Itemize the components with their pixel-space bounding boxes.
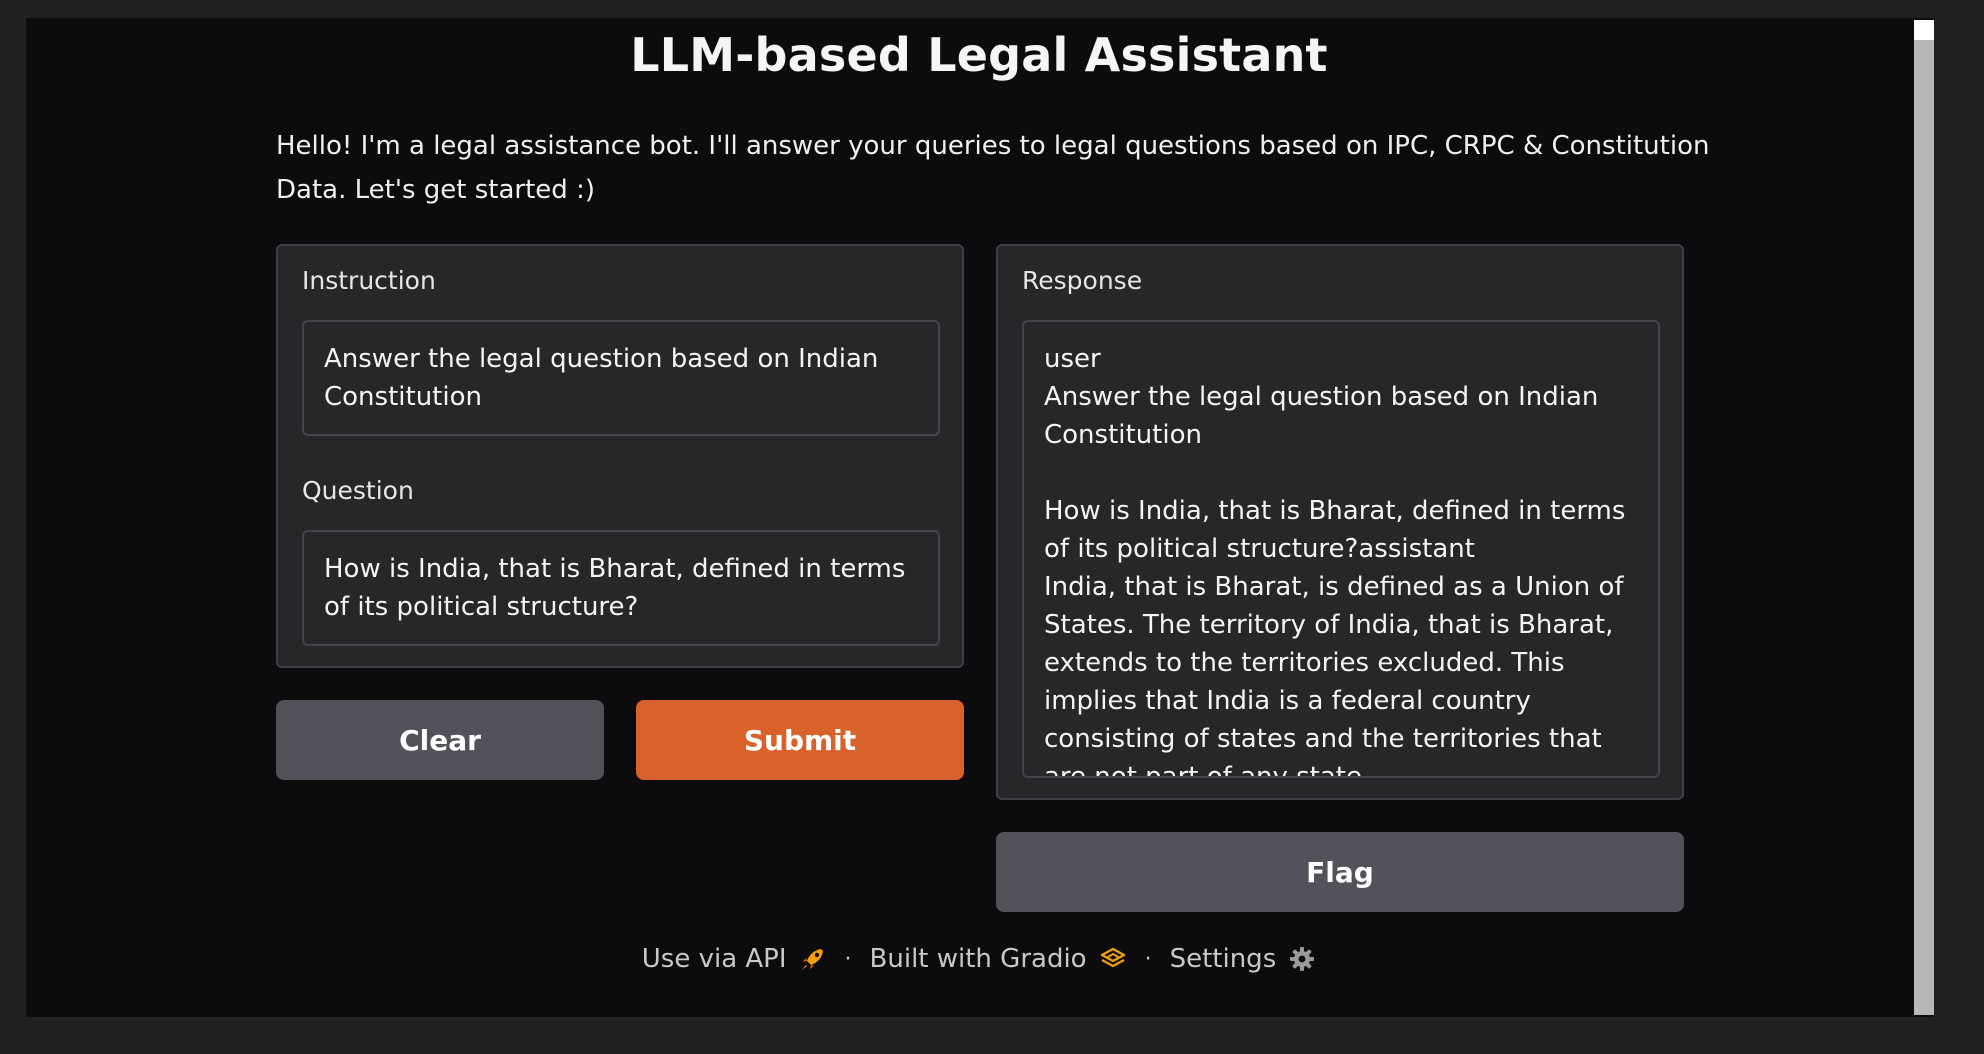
built-with-gradio-label: Built with Gradio bbox=[869, 944, 1087, 974]
response-label: Response bbox=[1022, 266, 1143, 295]
app-window: LLM-based Legal Assistant Hello! I'm a l… bbox=[26, 18, 1934, 1017]
page-title: LLM-based Legal Assistant bbox=[630, 28, 1328, 82]
input-panel: Instruction Answer the legal question ba… bbox=[276, 244, 964, 668]
output-panel: Response user Answer the legal question … bbox=[996, 244, 1684, 800]
instruction-textarea[interactable]: Answer the legal question based on India… bbox=[302, 320, 940, 436]
gear-icon bbox=[1290, 947, 1315, 971]
submit-button[interactable]: Submit bbox=[636, 700, 964, 780]
instruction-label: Instruction bbox=[302, 266, 436, 295]
scrollbar[interactable] bbox=[1912, 18, 1934, 1017]
settings-link[interactable]: Settings bbox=[1170, 944, 1317, 974]
rocket-icon bbox=[801, 949, 823, 970]
footer-separator: · bbox=[1144, 946, 1152, 972]
footer-separator: · bbox=[844, 946, 852, 972]
gradio-logo-icon bbox=[1100, 947, 1125, 968]
response-textarea[interactable]: user Answer the legal question based on … bbox=[1022, 320, 1660, 778]
use-via-api-label: Use via API bbox=[641, 944, 787, 974]
footer: Use via API · Built with Gradio · Settin… bbox=[26, 944, 1932, 974]
settings-label: Settings bbox=[1169, 944, 1277, 974]
question-textarea[interactable]: How is India, that is Bharat, defined in… bbox=[302, 530, 940, 646]
flag-button[interactable]: Flag bbox=[996, 832, 1684, 912]
app-description: Hello! I'm a legal assistance bot. I'll … bbox=[276, 131, 1710, 205]
question-label: Question bbox=[302, 476, 414, 505]
built-with-gradio-link[interactable]: Built with Gradio bbox=[870, 944, 1127, 974]
clear-button[interactable]: Clear bbox=[276, 700, 604, 780]
scrollbar-thumb[interactable] bbox=[1914, 20, 1934, 1015]
use-via-api-link[interactable]: Use via API bbox=[642, 944, 827, 974]
